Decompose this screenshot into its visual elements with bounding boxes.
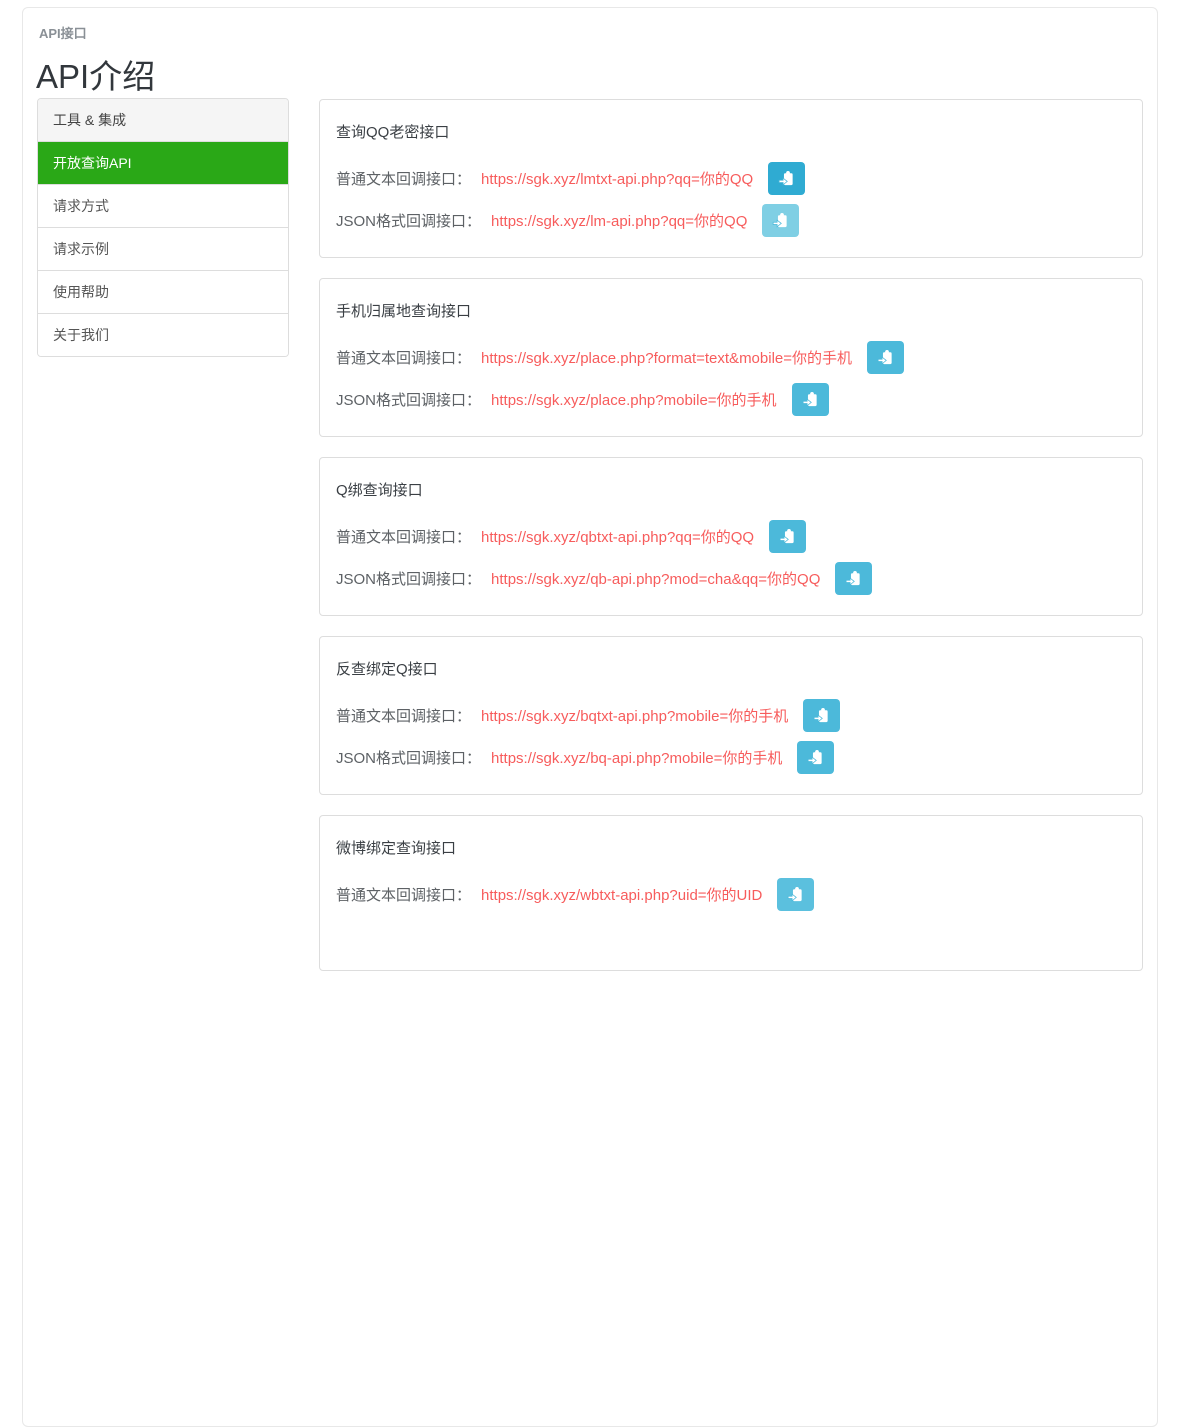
api-card: 查询QQ老密接口 普通文本回调接口： https://sgk.xyz/lmtxt…: [319, 99, 1143, 258]
api-row-label: 普通文本回调接口：: [336, 168, 471, 189]
copy-button[interactable]: [769, 520, 806, 553]
sidebar-item-1[interactable]: 请求方式: [38, 185, 288, 228]
sidebar-item-2[interactable]: 请求示例: [38, 228, 288, 271]
clipboard-paste-icon: [772, 212, 789, 229]
api-row-label: 普通文本回调接口：: [336, 526, 471, 547]
sidebar-item-4[interactable]: 关于我们: [38, 314, 288, 356]
api-card: 微博绑定查询接口 普通文本回调接口： https://sgk.xyz/wbtxt…: [319, 815, 1143, 971]
api-row-label: JSON格式回调接口：: [336, 747, 481, 768]
api-row: 普通文本回调接口： https://sgk.xyz/wbtxt-api.php?…: [336, 878, 1126, 911]
sidebar-item-label: 请求方式: [53, 198, 109, 214]
api-card-title: 手机归属地查询接口: [336, 300, 1126, 321]
clipboard-paste-icon: [779, 528, 796, 545]
api-url-link[interactable]: https://sgk.xyz/qb-api.php?mod=cha&qq=你的…: [491, 568, 820, 589]
api-card-rows: 普通文本回调接口： https://sgk.xyz/wbtxt-api.php?…: [336, 878, 1126, 911]
clipboard-paste-icon: [802, 391, 819, 408]
clipboard-paste-icon: [787, 886, 804, 903]
copy-button[interactable]: [803, 699, 840, 732]
api-row-label: 普通文本回调接口：: [336, 705, 471, 726]
api-card-rows: 普通文本回调接口： https://sgk.xyz/lmtxt-api.php?…: [336, 162, 1126, 237]
api-row: JSON格式回调接口： https://sgk.xyz/qb-api.php?m…: [336, 562, 1126, 595]
api-row: JSON格式回调接口： https://sgk.xyz/bq-api.php?m…: [336, 741, 1126, 774]
content-frame: API接口 API介绍 工具 & 集成 开放查询API 请求方式 请求示例 使用…: [22, 7, 1158, 1427]
breadcrumb: API接口: [39, 23, 87, 42]
api-row-label: JSON格式回调接口：: [336, 389, 481, 410]
api-row-label: JSON格式回调接口：: [336, 568, 481, 589]
api-card-rows: 普通文本回调接口： https://sgk.xyz/place.php?form…: [336, 341, 1126, 416]
sidebar-item-label: 关于我们: [53, 327, 109, 343]
api-card-title: Q绑查询接口: [336, 479, 1126, 500]
api-url-link[interactable]: https://sgk.xyz/lm-api.php?qq=你的QQ: [491, 210, 747, 231]
api-row: 普通文本回调接口： https://sgk.xyz/place.php?form…: [336, 341, 1126, 374]
api-row: 普通文本回调接口： https://sgk.xyz/bqtxt-api.php?…: [336, 699, 1126, 732]
api-row-label: 普通文本回调接口：: [336, 884, 471, 905]
sidebar-item-3[interactable]: 使用帮助: [38, 271, 288, 314]
api-card-title: 反查绑定Q接口: [336, 658, 1126, 679]
api-url-link[interactable]: https://sgk.xyz/bqtxt-api.php?mobile=你的手…: [481, 705, 788, 726]
api-url-link[interactable]: https://sgk.xyz/bq-api.php?mobile=你的手机: [491, 747, 782, 768]
api-row-label: 普通文本回调接口：: [336, 347, 471, 368]
sidebar-nav: 工具 & 集成 开放查询API 请求方式 请求示例 使用帮助 关于我们: [37, 98, 289, 357]
clipboard-paste-icon: [807, 749, 824, 766]
api-card: Q绑查询接口 普通文本回调接口： https://sgk.xyz/qbtxt-a…: [319, 457, 1143, 616]
clipboard-paste-icon: [813, 707, 830, 724]
copy-button[interactable]: [777, 878, 814, 911]
sidebar-item-label: 请求示例: [53, 241, 109, 257]
sidebar-item-label: 使用帮助: [53, 284, 109, 300]
api-card-rows: 普通文本回调接口： https://sgk.xyz/bqtxt-api.php?…: [336, 699, 1126, 774]
sidebar-item-label: 开放查询API: [53, 155, 132, 171]
api-url-link[interactable]: https://sgk.xyz/place.php?mobile=你的手机: [491, 389, 777, 410]
sidebar-item-list: 开放查询API 请求方式 请求示例 使用帮助 关于我们: [38, 142, 288, 356]
api-card: 手机归属地查询接口 普通文本回调接口： https://sgk.xyz/plac…: [319, 278, 1143, 437]
api-row: JSON格式回调接口： https://sgk.xyz/lm-api.php?q…: [336, 204, 1126, 237]
copy-button[interactable]: [835, 562, 872, 595]
api-row-label: JSON格式回调接口：: [336, 210, 481, 231]
api-url-link[interactable]: https://sgk.xyz/lmtxt-api.php?qq=你的QQ: [481, 168, 753, 189]
clipboard-paste-icon: [845, 570, 862, 587]
api-url-link[interactable]: https://sgk.xyz/qbtxt-api.php?qq=你的QQ: [481, 526, 754, 547]
clipboard-paste-icon: [778, 170, 795, 187]
copy-button[interactable]: [797, 741, 834, 774]
copy-button[interactable]: [792, 383, 829, 416]
page-title: API介绍: [36, 50, 155, 98]
api-row: 普通文本回调接口： https://sgk.xyz/lmtxt-api.php?…: [336, 162, 1126, 195]
api-card-title: 微博绑定查询接口: [336, 837, 1126, 858]
clipboard-paste-icon: [877, 349, 894, 366]
sidebar-item-0[interactable]: 开放查询API: [38, 142, 288, 185]
api-url-link[interactable]: https://sgk.xyz/place.php?format=text&mo…: [481, 347, 852, 368]
copy-button[interactable]: [762, 204, 799, 237]
sidebar-header: 工具 & 集成: [38, 99, 288, 142]
api-cards: 查询QQ老密接口 普通文本回调接口： https://sgk.xyz/lmtxt…: [319, 99, 1143, 991]
api-card-title: 查询QQ老密接口: [336, 121, 1126, 142]
api-card-rows: 普通文本回调接口： https://sgk.xyz/qbtxt-api.php?…: [336, 520, 1126, 595]
copy-button[interactable]: [768, 162, 805, 195]
api-url-link[interactable]: https://sgk.xyz/wbtxt-api.php?uid=你的UID: [481, 884, 762, 905]
api-card: 反查绑定Q接口 普通文本回调接口： https://sgk.xyz/bqtxt-…: [319, 636, 1143, 795]
api-row: JSON格式回调接口： https://sgk.xyz/place.php?mo…: [336, 383, 1126, 416]
api-row: 普通文本回调接口： https://sgk.xyz/qbtxt-api.php?…: [336, 520, 1126, 553]
copy-button[interactable]: [867, 341, 904, 374]
